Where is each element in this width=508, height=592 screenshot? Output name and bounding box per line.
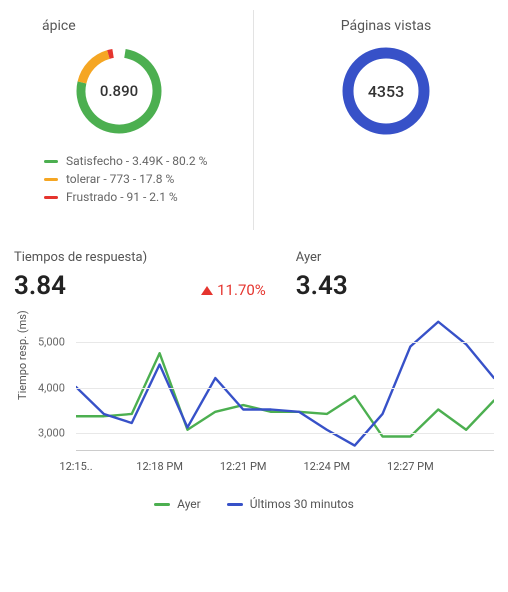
apex-section: ápice 0.890 Satisfecho - 3.49K - 80.2 %t… bbox=[14, 10, 254, 230]
y-axis-label: Tiempo resp. (ms) bbox=[16, 310, 29, 400]
response-header: Tiempos de respuesta) 3.84 11.70% Ayer 3… bbox=[14, 250, 494, 301]
x-tick: 12:18 PM bbox=[136, 460, 183, 473]
response-current-block: Tiempos de respuesta) 3.84 bbox=[14, 250, 147, 301]
response-yesterday-label: Ayer bbox=[296, 250, 348, 265]
legend-text: Satisfecho - 3.49K - 80.2 % bbox=[66, 152, 207, 170]
y-tick: 3,000 bbox=[38, 426, 65, 439]
response-delta: 11.70% bbox=[201, 281, 266, 299]
response-panel: Tiempos de respuesta) 3.84 11.70% Ayer 3… bbox=[0, 230, 508, 511]
apex-donut-chart: 0.890 bbox=[72, 44, 166, 138]
legend-swatch bbox=[44, 160, 58, 163]
legend-swatch-green bbox=[154, 503, 170, 506]
x-tick: 12:27 PM bbox=[387, 460, 434, 473]
legend-label-last30: Últimos 30 minutos bbox=[250, 497, 354, 511]
apex-title: ápice bbox=[42, 18, 245, 34]
pageviews-ring: 4353 bbox=[339, 44, 433, 138]
legend-label-yesterday: Ayer bbox=[177, 497, 201, 511]
line-chart-legend: Ayer Últimos 30 minutos bbox=[14, 497, 494, 511]
legend-swatch-blue bbox=[227, 503, 243, 506]
legend-row-satisfied: Satisfecho - 3.49K - 80.2 % bbox=[14, 152, 245, 170]
legend-item-yesterday: Ayer bbox=[154, 497, 201, 511]
apex-score: 0.890 bbox=[72, 44, 166, 138]
legend-text: Frustrado - 91 - 2.1 % bbox=[66, 188, 178, 206]
legend-swatch bbox=[44, 196, 58, 199]
response-yesterday-value: 3.43 bbox=[296, 271, 348, 301]
response-current-value: 3.84 bbox=[14, 271, 147, 301]
legend-text: tolerar - 773 - 17.8 % bbox=[66, 170, 174, 188]
line-chart: Tiempo resp. (ms) 3,0004,0005,000 12:15.… bbox=[32, 315, 494, 485]
apex-legend: Satisfecho - 3.49K - 80.2 %tolerar - 773… bbox=[14, 152, 245, 206]
x-tick: 12:15.. bbox=[59, 460, 92, 473]
y-tick: 5,000 bbox=[38, 336, 65, 349]
top-panel: ápice 0.890 Satisfecho - 3.49K - 80.2 %t… bbox=[0, 0, 508, 230]
response-current-label: Tiempos de respuesta) bbox=[14, 250, 147, 265]
x-tick: 12:24 PM bbox=[303, 460, 350, 473]
line-chart-plot bbox=[76, 315, 494, 451]
y-tick: 4,000 bbox=[38, 381, 65, 394]
legend-row-frustrated: Frustrado - 91 - 2.1 % bbox=[14, 188, 245, 206]
response-yesterday-block: Ayer 3.43 bbox=[296, 250, 348, 301]
pageviews-section: Páginas vistas 4353 bbox=[254, 10, 494, 230]
x-tick: 12:21 PM bbox=[220, 460, 267, 473]
up-arrow-icon bbox=[201, 286, 213, 295]
pageviews-title: Páginas vistas bbox=[278, 18, 494, 34]
line-chart-svg bbox=[76, 315, 494, 450]
response-delta-value: 11.70% bbox=[217, 281, 266, 299]
legend-swatch bbox=[44, 178, 58, 181]
legend-row-tolerating: tolerar - 773 - 17.8 % bbox=[14, 170, 245, 188]
legend-item-last30: Últimos 30 minutos bbox=[227, 497, 354, 511]
pageviews-value: 4353 bbox=[339, 44, 433, 138]
